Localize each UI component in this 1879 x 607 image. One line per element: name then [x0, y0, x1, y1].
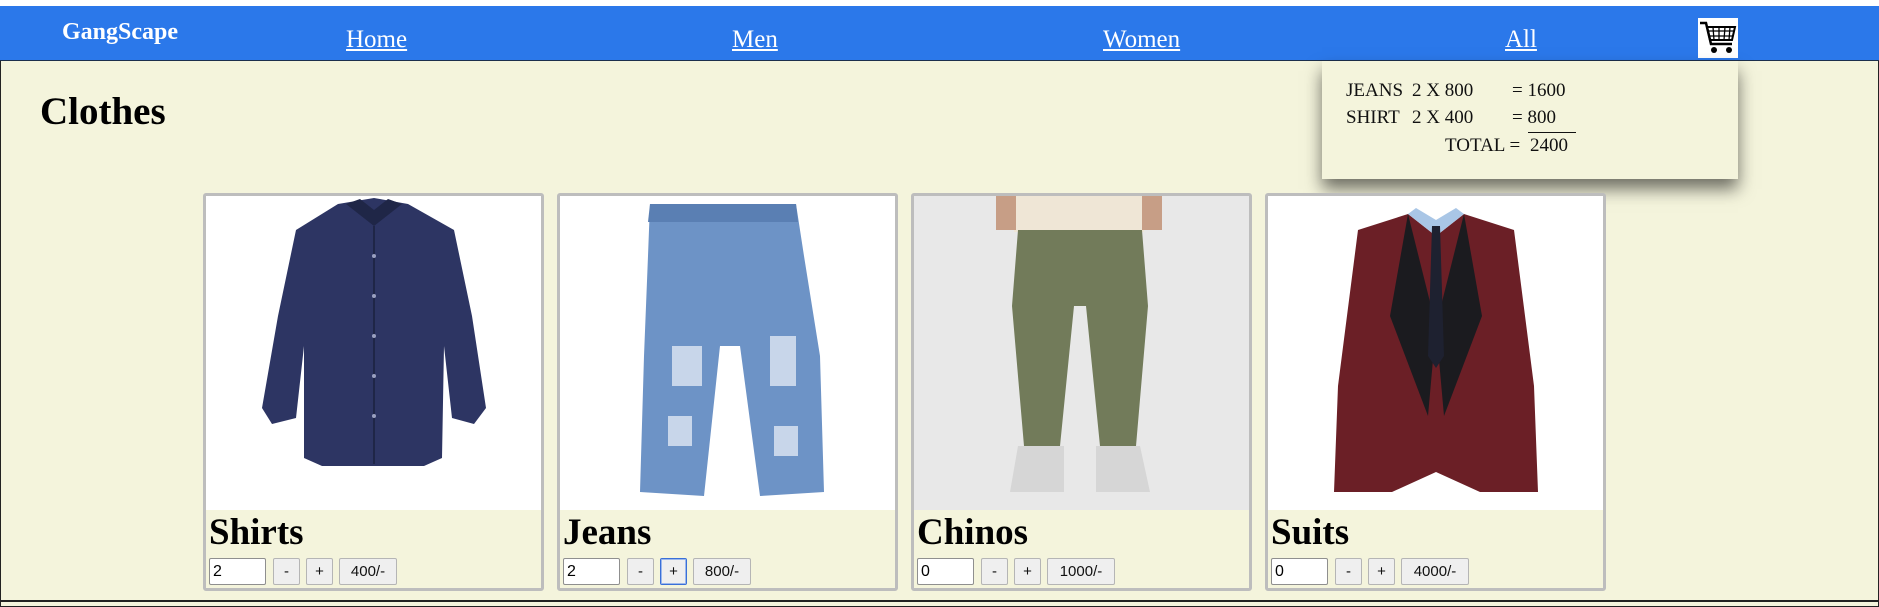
price-button[interactable]: 4000/-: [1401, 558, 1469, 585]
product-name: Chinos: [917, 512, 1029, 553]
brand-logo[interactable]: GangScape: [62, 19, 178, 46]
cart-item-subtotal: = 800: [1512, 107, 1556, 128]
product-card-jeans: Jeans - + 800/-: [557, 193, 898, 591]
nav-all[interactable]: All: [1505, 26, 1537, 54]
product-name: Jeans: [563, 512, 652, 553]
quantity-input[interactable]: [563, 558, 620, 585]
nav-women[interactable]: Women: [1103, 26, 1180, 54]
cart-item-qty-price: 2 X 800: [1412, 80, 1474, 101]
main-content: Clothes JEANS 2 X 800 = 1600 SHIRT 2 X 4…: [0, 61, 1879, 607]
price-button[interactable]: 1000/-: [1047, 558, 1115, 585]
product-card-shirts: Shirts - + 400/-: [203, 193, 544, 591]
decrement-button[interactable]: -: [981, 558, 1008, 585]
product-image-shirt: [206, 196, 541, 510]
product-name: Suits: [1271, 512, 1350, 553]
cart-item-qty-price: 2 X 400: [1412, 107, 1474, 128]
cart-total-value: 2400: [1530, 135, 1568, 156]
product-image-chinos: [914, 196, 1249, 510]
product-card-chinos: Chinos - + 1000/-: [911, 193, 1252, 591]
product-card-suits: Suits - + 4000/-: [1265, 193, 1606, 591]
decrement-button[interactable]: -: [1335, 558, 1362, 585]
nav-men[interactable]: Men: [732, 26, 778, 54]
quantity-input[interactable]: [1271, 558, 1328, 585]
product-image-jeans: [560, 196, 895, 510]
quantity-input[interactable]: [917, 558, 974, 585]
cart-item-subtotal: = 1600: [1512, 80, 1566, 101]
navbar: GangScape Home Men Women All: [0, 6, 1879, 61]
cart-total-label: TOTAL =: [1445, 135, 1521, 156]
cart-item-name: SHIRT: [1346, 107, 1400, 128]
increment-button[interactable]: +: [660, 558, 687, 585]
decrement-button[interactable]: -: [273, 558, 300, 585]
cart-summary-popup: JEANS 2 X 800 = 1600 SHIRT 2 X 400 = 800…: [1322, 61, 1738, 179]
footer-divider: [0, 600, 1879, 602]
cart-item-name: JEANS: [1346, 80, 1404, 101]
product-name: Shirts: [209, 512, 304, 553]
decrement-button[interactable]: -: [627, 558, 654, 585]
product-image-suit: [1268, 196, 1603, 510]
page-title: Clothes: [40, 90, 166, 133]
total-divider: [1528, 132, 1576, 133]
shopping-cart-icon: [1700, 21, 1737, 53]
price-button[interactable]: 800/-: [693, 558, 751, 585]
price-button[interactable]: 400/-: [339, 558, 397, 585]
quantity-input[interactable]: [209, 558, 266, 585]
cart-button[interactable]: [1698, 18, 1738, 58]
increment-button[interactable]: +: [306, 558, 333, 585]
increment-button[interactable]: +: [1014, 558, 1041, 585]
increment-button[interactable]: +: [1368, 558, 1395, 585]
nav-home[interactable]: Home: [346, 26, 407, 54]
